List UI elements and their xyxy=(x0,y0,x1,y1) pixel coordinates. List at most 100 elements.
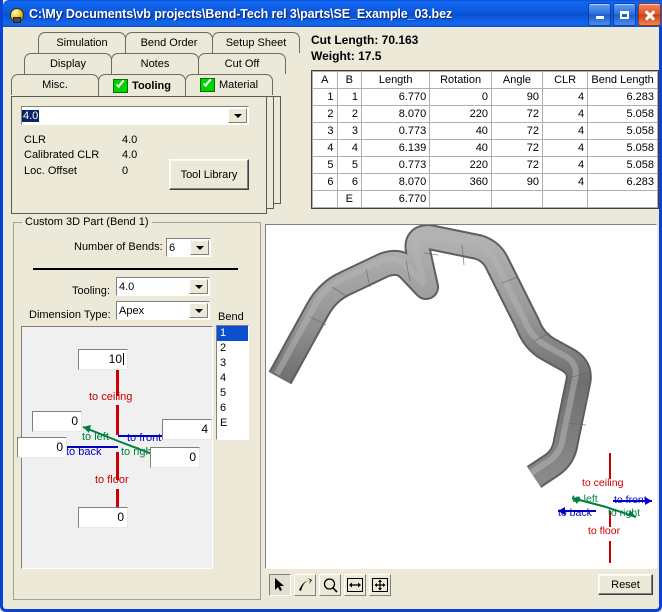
tooling-label: Tooling: xyxy=(72,285,110,297)
list-item[interactable]: 5 xyxy=(217,386,248,401)
tab-cut-off[interactable]: Cut Off xyxy=(198,53,286,74)
tab-material[interactable]: Material xyxy=(185,74,273,95)
list-item[interactable]: 1 xyxy=(217,326,248,341)
cell-a: 5 xyxy=(312,156,338,174)
tab-display[interactable]: Display xyxy=(24,53,112,74)
tool-library-button-label: Tool Library xyxy=(180,168,238,181)
cell-rotation: 40 xyxy=(429,122,492,140)
table-row[interactable]: 4 4 6.139 40 72 4 5.058 xyxy=(312,139,658,157)
cell-clr: 4 xyxy=(542,122,589,140)
table-row[interactable]: E 6.770 xyxy=(312,190,658,208)
tab-label: Setup Sheet xyxy=(225,37,287,49)
loc-offset-value: 0 xyxy=(122,165,129,177)
right-input[interactable]: 4 xyxy=(162,419,212,440)
tab-bend-order[interactable]: Bend Order xyxy=(125,32,213,53)
tab-label: Misc. xyxy=(42,79,68,91)
pan-move-icon[interactable] xyxy=(369,574,391,596)
table-row[interactable]: 6 6 8.070 360 90 4 6.283 xyxy=(312,173,658,191)
zoom-magnifier-icon[interactable] xyxy=(319,574,341,596)
cell-angle: 90 xyxy=(490,88,544,106)
tab-setup-sheet[interactable]: Setup Sheet xyxy=(212,32,300,53)
cell-b: 3 xyxy=(336,122,363,140)
summary-and-table: Cut Length: 70.163 Weight: 17.5 A B Leng… xyxy=(303,33,659,209)
tab-simulation[interactable]: Simulation xyxy=(38,32,126,53)
tooling-select[interactable]: 4.0 xyxy=(116,277,210,296)
tooling-combo[interactable]: 4.0 xyxy=(21,106,249,125)
ceiling-value: 10 xyxy=(108,352,122,366)
list-item[interactable]: E xyxy=(217,416,248,431)
cell-rotation: 360 xyxy=(429,173,492,191)
zoom-extents-icon[interactable] xyxy=(344,574,366,596)
minimize-icon[interactable] xyxy=(588,3,611,26)
cell-clr: 4 xyxy=(542,139,589,157)
cell-b: 5 xyxy=(336,156,363,174)
cell-length: 8.070 xyxy=(361,173,431,191)
cell-a: 3 xyxy=(312,122,338,140)
to-left-label: to left xyxy=(572,493,598,505)
cell-rotation: 0 xyxy=(429,88,492,106)
cell-angle: 72 xyxy=(490,105,544,123)
left-input[interactable]: 0 xyxy=(32,411,82,432)
tab-tooling[interactable]: Tooling xyxy=(98,74,186,96)
3d-viewport[interactable]: to ceiling to left to front to back to r… xyxy=(265,224,657,569)
axis-line-ceiling xyxy=(609,453,611,479)
maximize-icon[interactable] xyxy=(613,3,636,26)
dimension-diagram-panel: to ceiling to floor to left to right to … xyxy=(17,326,213,569)
clr-label: CLR xyxy=(24,134,47,146)
tab-misc[interactable]: Misc. xyxy=(11,74,99,95)
cell-bend-length: 6.283 xyxy=(587,173,658,191)
to-floor-label: to floor xyxy=(95,474,129,486)
chevron-down-icon[interactable] xyxy=(190,240,209,255)
to-back-label: to back xyxy=(66,446,102,458)
number-of-bends-combo[interactable]: 6 xyxy=(166,238,211,257)
tab-label: Simulation xyxy=(56,37,108,49)
title-bar: C:\My Documents\vb projects\Bend-Tech re… xyxy=(3,0,662,27)
cell-clr xyxy=(542,190,589,208)
cell-length: 6.139 xyxy=(361,139,431,157)
to-back-label: to back xyxy=(558,507,592,519)
col-length: Length xyxy=(361,71,431,89)
cut-length-label: Cut Length: 70.163 xyxy=(311,33,419,47)
cell-angle xyxy=(490,190,544,208)
list-item[interactable]: 2 xyxy=(217,341,248,356)
tooling-select-value: 4.0 xyxy=(119,280,135,293)
dimension-type-select[interactable]: Apex xyxy=(116,301,210,320)
cell-bend-length: 5.058 xyxy=(587,122,658,140)
rotate-icon[interactable] xyxy=(294,574,316,596)
cell-b: E xyxy=(336,190,363,208)
cell-angle: 90 xyxy=(490,173,544,191)
cell-length: 0.773 xyxy=(361,122,431,140)
list-item[interactable]: 6 xyxy=(217,401,248,416)
list-item[interactable]: 4 xyxy=(217,371,248,386)
select-arrow-icon[interactable] xyxy=(269,574,291,596)
right-value: 4 xyxy=(201,422,208,436)
chevron-down-icon[interactable] xyxy=(189,303,208,318)
cell-a: 6 xyxy=(312,173,338,191)
table-row[interactable]: 2 2 8.070 220 72 4 5.058 xyxy=(312,105,658,123)
application-window: C:\My Documents\vb projects\Bend-Tech re… xyxy=(0,0,662,612)
axis-line-floor-2 xyxy=(609,541,611,563)
back-input[interactable]: 0 xyxy=(17,437,67,458)
ceiling-input[interactable]: 10 xyxy=(78,349,128,370)
close-icon[interactable] xyxy=(638,3,661,26)
bend-list-header: Bend xyxy=(218,311,244,323)
viewport-toolbar: Reset xyxy=(265,572,657,598)
weight-label: Weight: 17.5 xyxy=(311,49,382,63)
chevron-down-icon[interactable] xyxy=(189,279,208,294)
chevron-down-icon[interactable] xyxy=(228,108,247,123)
front-input[interactable]: 0 xyxy=(150,447,200,468)
cell-rotation: 220 xyxy=(429,156,492,174)
tool-library-button[interactable]: Tool Library xyxy=(169,159,249,190)
cell-bend-length xyxy=(587,190,658,208)
floor-input[interactable]: 0 xyxy=(78,507,128,528)
col-clr: CLR xyxy=(542,71,589,89)
table-row[interactable]: 5 5 0.773 220 72 4 5.058 xyxy=(312,156,658,174)
bend-table[interactable]: A B Length Rotation Angle CLR Bend Lengt… xyxy=(312,71,658,208)
list-item[interactable]: 3 xyxy=(217,356,248,371)
bend-list[interactable]: 1 2 3 4 5 6 E xyxy=(216,325,249,440)
table-row[interactable]: 3 3 0.773 40 72 4 5.058 xyxy=(312,122,658,140)
reset-button[interactable]: Reset xyxy=(598,574,653,595)
table-row[interactable]: 1 1 6.770 0 90 4 6.283 xyxy=(312,88,658,106)
group-title: Custom 3D Part (Bend 1) xyxy=(22,216,152,228)
tab-notes[interactable]: Notes xyxy=(111,53,199,74)
